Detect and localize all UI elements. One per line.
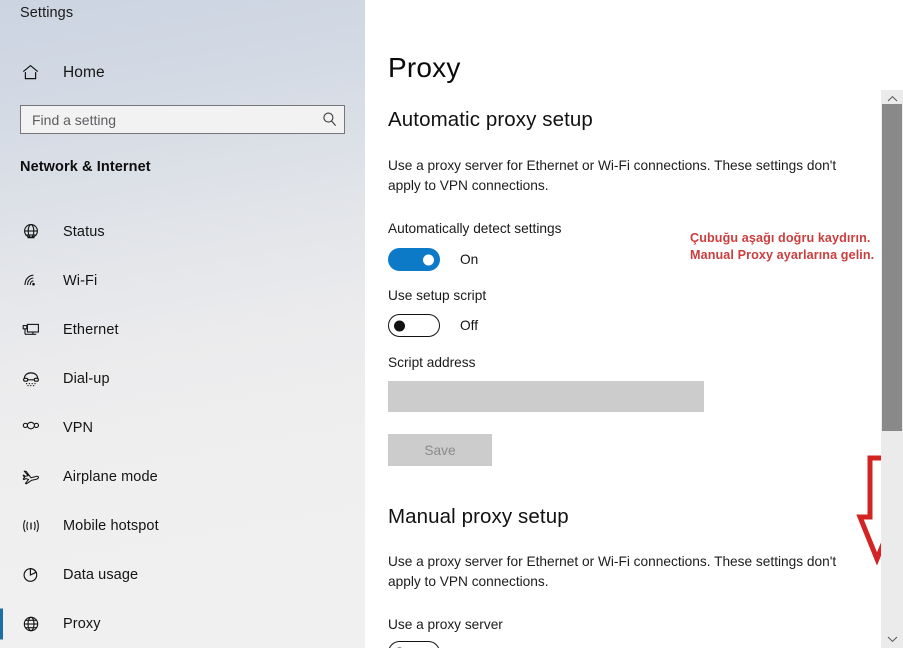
selection-accent-bar [0, 412, 3, 443]
toggle-knob [423, 254, 434, 265]
home-label: Home [63, 63, 105, 81]
sidebar: Settings Home Network & Internet [0, 0, 365, 648]
main-scrollbar[interactable] [881, 90, 903, 648]
selection-accent-bar [0, 314, 3, 345]
sidebar-item-proxy[interactable]: Proxy [0, 599, 365, 648]
use-proxy-server-label: Use a proxy server [388, 617, 503, 632]
sidebar-item-ethernet[interactable]: Ethernet [0, 305, 365, 354]
sidebar-item-label: Wi-Fi [63, 272, 98, 289]
scrollbar-thumb[interactable] [882, 104, 902, 431]
use-proxy-server-toggle-row [388, 641, 440, 648]
search-input[interactable] [21, 111, 314, 128]
sidebar-item-wi-fi[interactable]: Wi-Fi [0, 256, 365, 305]
selection-accent-bar [0, 216, 3, 247]
sidebar-item-data-usage[interactable]: Data usage [0, 550, 365, 599]
sidebar-item-label: Proxy [63, 615, 101, 632]
sidebar-item-mobile-hotspot[interactable]: Mobile hotspot [0, 501, 365, 550]
selection-accent-bar [0, 363, 3, 394]
settings-window: Settings Home Network & Internet [0, 0, 903, 648]
setup-script-toggle[interactable] [388, 314, 440, 337]
proxy-globe-icon [21, 614, 51, 634]
setup-script-label: Use setup script [388, 288, 487, 303]
sidebar-item-vpn[interactable]: VPN [0, 403, 365, 452]
sidebar-item-status[interactable]: Status [0, 207, 365, 256]
home-icon [21, 63, 51, 82]
automatic-proxy-heading: Automatic proxy setup [388, 108, 593, 131]
selection-accent-bar [0, 461, 3, 492]
app-title: Settings [20, 5, 74, 21]
vpn-icon [21, 418, 51, 438]
sidebar-item-airplane-mode[interactable]: Airplane mode [0, 452, 365, 501]
auto-detect-state: On [460, 252, 479, 267]
page-title: Proxy [388, 52, 461, 83]
airplane-icon [21, 467, 51, 487]
automatic-proxy-description: Use a proxy server for Ethernet or Wi-Fi… [388, 158, 837, 193]
status-globe-icon [21, 222, 51, 242]
save-button[interactable]: Save [388, 434, 492, 466]
sidebar-item-home[interactable]: Home [0, 56, 365, 89]
auto-detect-toggle[interactable] [388, 248, 440, 271]
auto-detect-toggle-row: On [388, 248, 478, 271]
setup-script-state: Off [460, 318, 479, 333]
wifi-icon [21, 271, 51, 291]
scroll-down-arrow-icon[interactable] [881, 630, 903, 648]
search-icon [314, 111, 344, 128]
annotation-note: Çubuğu aşağı doğru kaydırın. Manual Prox… [690, 231, 875, 262]
main-content: Proxy Automatic proxy setup Use a proxy … [365, 0, 903, 648]
selection-accent-bar [0, 265, 3, 296]
manual-proxy-description: Use a proxy server for Ethernet or Wi-Fi… [388, 554, 837, 589]
selection-accent-bar [0, 608, 3, 639]
search-box[interactable] [20, 105, 345, 134]
sidebar-category-label: Network & Internet [20, 159, 151, 175]
sidebar-item-label: Status [63, 223, 105, 240]
use-proxy-server-toggle[interactable] [388, 641, 440, 648]
sidebar-nav-list: Status Wi-Fi Ethernet Dial-up VPN Airpla… [0, 207, 365, 648]
setup-script-toggle-row: Off [388, 314, 478, 337]
hotspot-icon [21, 516, 51, 536]
dialup-phone-icon [21, 369, 51, 389]
data-usage-pie-icon [21, 565, 51, 585]
auto-detect-label: Automatically detect settings [388, 221, 562, 236]
sidebar-item-label: Ethernet [63, 321, 119, 338]
sidebar-item-label: Dial-up [63, 370, 110, 387]
selection-accent-bar [0, 559, 3, 590]
script-address-input[interactable] [388, 381, 704, 412]
manual-proxy-heading: Manual proxy setup [388, 505, 569, 528]
sidebar-item-label: Airplane mode [63, 468, 158, 485]
script-address-label: Script address [388, 355, 476, 370]
sidebar-item-label: Mobile hotspot [63, 517, 159, 534]
toggle-knob [394, 320, 405, 331]
sidebar-item-label: Data usage [63, 566, 139, 583]
ethernet-icon [21, 320, 51, 340]
sidebar-item-dial-up[interactable]: Dial-up [0, 354, 365, 403]
sidebar-item-label: VPN [63, 419, 94, 436]
